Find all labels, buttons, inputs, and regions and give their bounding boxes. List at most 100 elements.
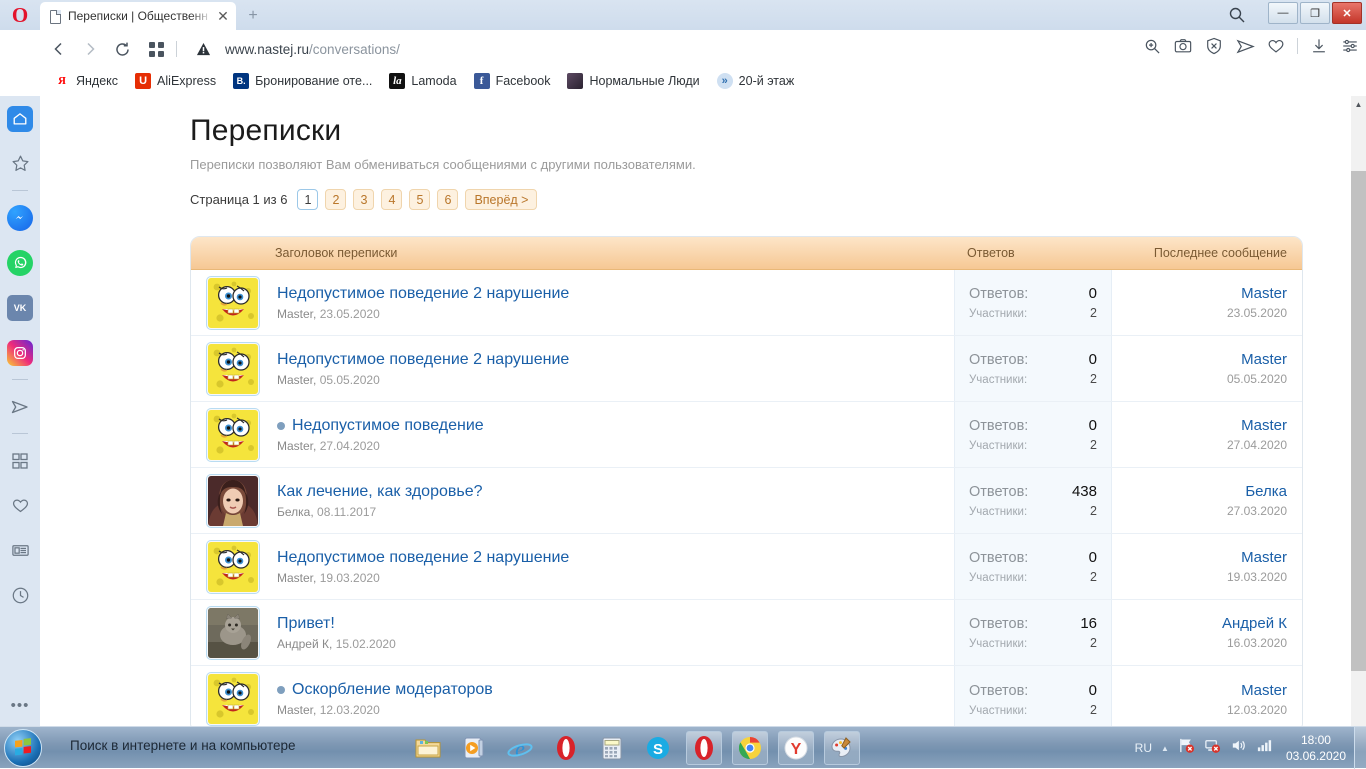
show-desktop-button[interactable] [1354,727,1366,769]
tray-language[interactable]: RU [1135,741,1152,755]
bookmark-aliexpress[interactable]: U AliExpress [135,73,216,89]
last-message-user-link[interactable]: Master [1241,549,1287,566]
avatar[interactable] [206,407,260,462]
sidebar-item-instagram[interactable] [0,330,40,375]
sidebar-item-history[interactable] [0,573,40,618]
taskbar-clock[interactable]: 18:00 03.06.2020 [1286,732,1346,764]
tray-expand-arrow-icon[interactable]: ▲ [1161,744,1169,753]
bookmark-booking[interactable]: B. Бронирование оте... [233,73,372,89]
tray-volume-icon[interactable] [1230,737,1247,759]
last-message-user-link[interactable]: Master [1241,351,1287,368]
forward-button[interactable] [79,38,101,60]
page-button-3[interactable]: 3 [353,189,375,210]
conversation-title-link[interactable]: Недопустимое поведение [292,417,484,435]
taskbar-app-internet-explorer[interactable]: e [502,731,538,765]
taskbar-app-skype[interactable]: S [640,731,676,765]
taskbar-app-chrome[interactable] [732,731,768,765]
taskbar-app-explorer[interactable] [410,731,446,765]
table-row[interactable]: Привет! Андрей К, 15.02.2020 Ответов: 16 Уча… [191,600,1302,666]
taskbar-app-opera-pinned[interactable] [548,731,584,765]
page-scrollbar[interactable]: ▲ [1351,96,1366,726]
restore-button[interactable]: ❐ [1300,2,1330,24]
last-message-user-link[interactable]: Андрей К [1222,615,1287,632]
address-bar[interactable]: www.nastej.ru/conversations/ [196,38,400,60]
bookmark-normalnye-lyudi[interactable]: Нормальные Люди [567,73,700,89]
last-message-user-link[interactable]: Белка [1245,483,1287,500]
page-button-5[interactable]: 5 [409,189,431,210]
sidebar-item-telegram[interactable] [0,384,40,429]
table-row[interactable]: Недопустимое поведение 2 нарушение Master… [191,534,1302,600]
conversation-title-link[interactable]: Недопустимое поведение 2 нарушение [277,351,569,369]
bookmark-20-etazh[interactable]: » 20-й этаж [716,73,794,89]
avatar[interactable] [206,341,260,396]
taskbar-app-yandex-browser[interactable]: Y [778,731,814,765]
zoom-icon[interactable] [1142,36,1162,56]
taskbar-app-calculator[interactable] [594,731,630,765]
browser-tab[interactable]: Переписки | Общественн ✕ [40,2,236,30]
conversation-title-link[interactable]: Оскорбление модераторов [292,681,493,699]
minimize-button[interactable]: — [1268,2,1298,24]
close-window-button[interactable]: ✕ [1332,2,1362,24]
taskbar-search-label[interactable]: Поиск в интернете и на компьютере [70,738,296,753]
table-row[interactable]: Недопустимое поведение Master, 27.04.2020… [191,402,1302,468]
avatar[interactable] [206,275,260,330]
sidebar-item-speed-dial[interactable] [0,438,40,483]
close-tab-icon[interactable]: ✕ [214,7,232,25]
sidebar-item-favorites[interactable] [0,141,40,186]
replies-value: 438 [1071,483,1097,500]
last-message-user-link[interactable]: Master [1241,682,1287,699]
page-button-2[interactable]: 2 [325,189,347,210]
speed-dial-button[interactable] [145,38,167,60]
adblock-shield-icon[interactable] [1204,36,1224,56]
sidebar-item-messenger[interactable] [0,195,40,240]
news-icon [7,538,33,564]
last-message-user-link[interactable]: Master [1241,417,1287,434]
scroll-up-arrow-icon[interactable]: ▲ [1351,96,1366,113]
bookmark-facebook[interactable]: f Facebook [473,73,550,89]
taskbar-app-media-player[interactable] [456,731,492,765]
taskbar-app-paint[interactable] [824,731,860,765]
page-button-6[interactable]: 6 [437,189,459,210]
sidebar-item-vk[interactable]: VK [0,285,40,330]
sidebar-item-news[interactable] [0,528,40,573]
avatar[interactable] [206,672,260,726]
bookmark-yandex[interactable]: Я Яндекс [54,73,118,89]
start-button[interactable] [4,729,42,767]
conversation-title-link[interactable]: Недопустимое поведение 2 нарушение [277,285,569,303]
table-row[interactable]: Недопустимое поведение 2 нарушение Master… [191,270,1302,336]
last-message-user-link[interactable]: Master [1241,285,1287,302]
page-button-4[interactable]: 4 [381,189,403,210]
sidebar-item-home[interactable] [0,96,40,141]
avatar[interactable] [206,605,260,660]
avatar[interactable] [206,539,260,594]
download-icon[interactable] [1309,36,1329,56]
tray-network-icon[interactable] [1204,737,1221,759]
heart-icon[interactable] [1266,36,1286,56]
sidebar-item-whatsapp[interactable] [0,240,40,285]
table-row[interactable]: Как лечение, как здоровье? Белка, 08.11.2… [191,468,1302,534]
back-button[interactable] [48,38,70,60]
window-search-icon[interactable] [1226,4,1248,26]
page-button-1[interactable]: 1 [297,189,319,210]
snapshot-camera-icon[interactable] [1173,36,1193,56]
conversation-title-link[interactable]: Привет! [277,615,335,633]
tray-action-center-icon[interactable] [1178,737,1195,759]
taskbar-app-opera[interactable] [686,731,722,765]
sidebar-item-heart[interactable] [0,483,40,528]
scrollbar-thumb[interactable] [1351,171,1366,671]
next-page-button[interactable]: Вперёд > [465,189,538,210]
send-icon[interactable] [1235,36,1255,56]
tray-signal-icon[interactable] [1256,737,1273,759]
sidebar-item-more[interactable]: ••• [0,683,40,728]
new-tab-button[interactable]: + [240,4,266,28]
easy-setup-icon[interactable] [1340,36,1360,56]
bookmark-lamoda[interactable]: la Lamoda [389,73,457,89]
reload-button[interactable] [111,38,133,60]
conversation-title-link[interactable]: Недопустимое поведение 2 нарушение [277,549,569,567]
table-row[interactable]: Недопустимое поведение 2 нарушение Master… [191,336,1302,402]
participants-line: Участники: 2 [969,570,1097,584]
conversation-title-link[interactable]: Как лечение, как здоровье? [277,483,483,501]
page-favicon-icon [48,9,62,24]
table-row[interactable]: Оскорбление модераторов Master, 12.03.202… [191,666,1302,726]
avatar[interactable] [206,473,260,528]
